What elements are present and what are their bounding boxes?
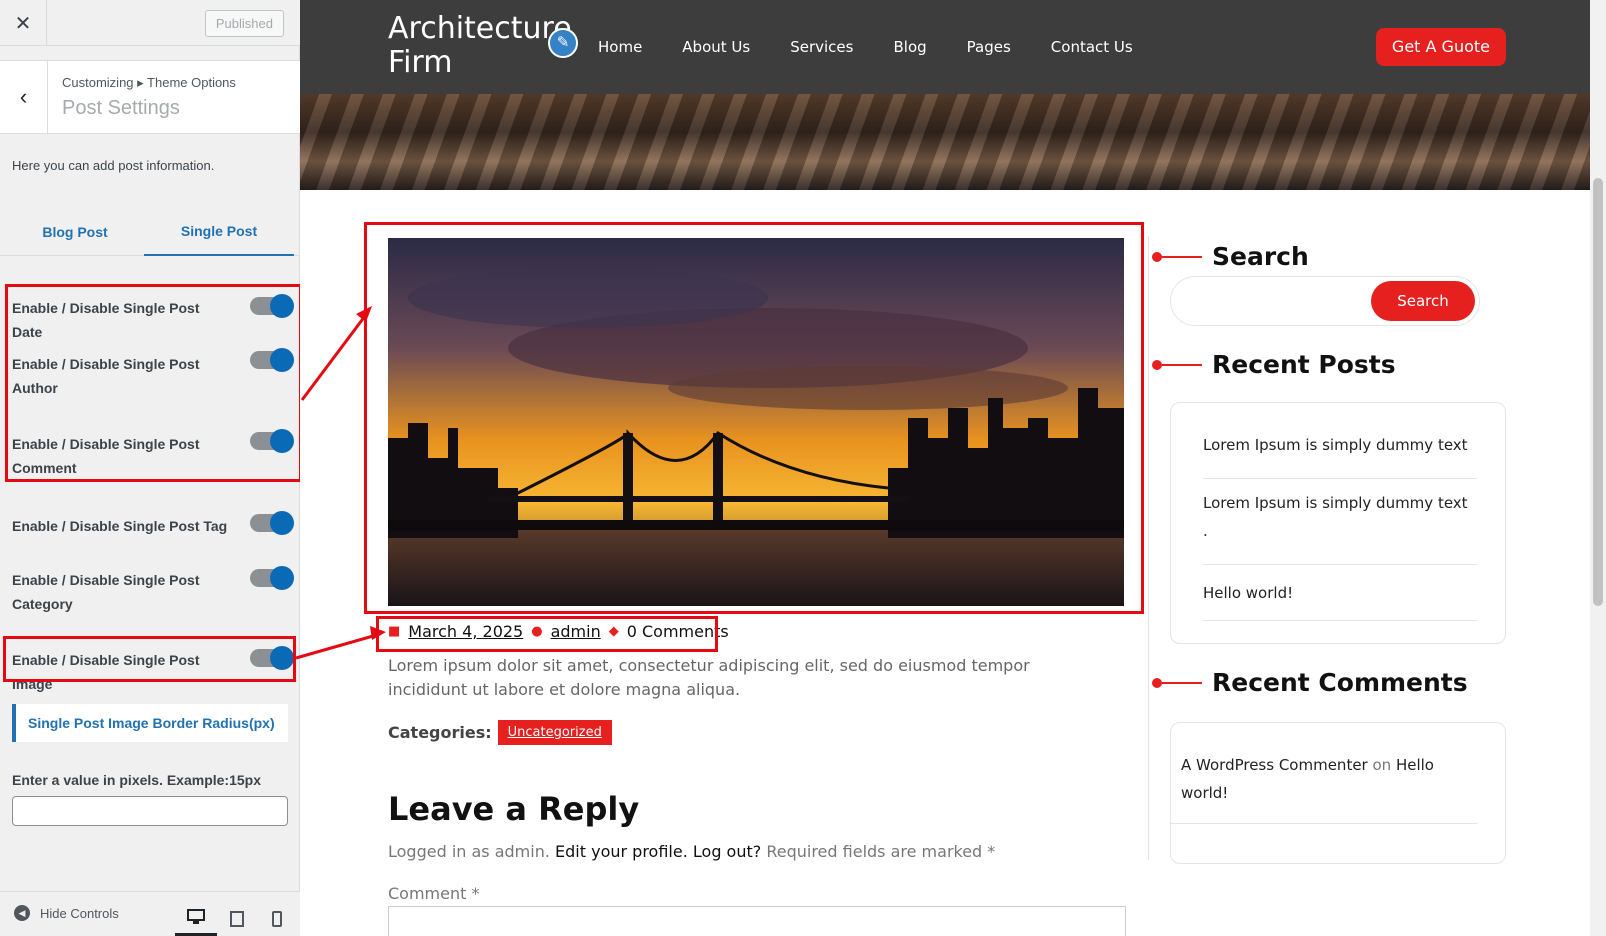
- recent-comments-card: A WordPress Commenter on Hello world!: [1170, 722, 1506, 864]
- recent-comment-item: A WordPress Commenter on Hello world!: [1181, 751, 1471, 807]
- post-excerpt: Lorem ipsum dolor sit amet, consectetur …: [388, 656, 1030, 699]
- nav-contact-us[interactable]: Contact Us: [1051, 38, 1133, 56]
- recent-comments-title-text: Recent Comments: [1212, 668, 1468, 697]
- highlight-box-featured-image: [364, 222, 1144, 614]
- nav-blog[interactable]: Blog: [893, 38, 926, 56]
- search-title-text: Search: [1212, 242, 1309, 271]
- comment-divider: [1171, 823, 1477, 824]
- hide-controls-label: Hide Controls: [40, 905, 119, 921]
- breadcrumb: Customizing ▸ Theme Options: [62, 75, 236, 90]
- preview-scrollbar[interactable]: [1590, 0, 1606, 936]
- required-fields-note: Required fields are marked *: [766, 842, 996, 861]
- recent-post-item[interactable]: Hello world!: [1203, 567, 1477, 621]
- reply-title: Leave a Reply: [388, 790, 640, 828]
- section-description: Here you can add post information.: [12, 158, 215, 173]
- get-quote-button[interactable]: Get A Guote: [1375, 28, 1506, 66]
- banner-texture: [300, 94, 1590, 190]
- customizer-topbar: ✕ Published: [0, 0, 300, 46]
- toggle-post-category[interactable]: [250, 566, 294, 590]
- toggle-knob: [270, 511, 294, 535]
- recent-post-item[interactable]: Lorem Ipsum is simply dummy text: [1203, 427, 1477, 479]
- hide-controls-button[interactable]: ◀ Hide Controls: [14, 905, 119, 921]
- comment-textarea[interactable]: [388, 906, 1126, 936]
- collapse-icon: ◀: [14, 905, 30, 921]
- logout-link[interactable]: Log out?: [693, 842, 761, 861]
- section-title: Post Settings: [62, 97, 180, 119]
- sidebar-divider: [1148, 236, 1149, 860]
- nav-pages[interactable]: Pages: [967, 38, 1011, 56]
- nav-home[interactable]: Home: [598, 38, 642, 56]
- recent-posts-title-text: Recent Posts: [1212, 350, 1396, 379]
- comment-author-link[interactable]: A WordPress Commenter: [1181, 756, 1368, 774]
- edit-profile-link[interactable]: Edit your profile.: [555, 842, 688, 861]
- nav-services[interactable]: Services: [790, 38, 853, 56]
- title-dot: [1152, 359, 1162, 370]
- desktop-icon[interactable]: [175, 900, 217, 936]
- nav-about-us[interactable]: About Us: [682, 38, 750, 56]
- comment-on-text: on: [1372, 756, 1392, 774]
- sidebar-search-input[interactable]: Search: [1170, 276, 1480, 326]
- recent-post-item[interactable]: Lorem Ipsum is simply dummy text .: [1203, 481, 1477, 565]
- border-radius-input[interactable]: [12, 796, 288, 826]
- tab-blog-post[interactable]: Blog Post: [0, 208, 150, 256]
- customizer-panel: ✕ Published ‹ Customizing ▸ Theme Option…: [0, 0, 302, 936]
- section-header: ‹ Customizing ▸ Theme Options Post Setti…: [0, 60, 300, 134]
- option-label-category: Enable / Disable Single Post Category: [12, 572, 200, 612]
- scroll-thumb[interactable]: [1593, 178, 1603, 606]
- title-line: [1162, 681, 1202, 684]
- category-badge[interactable]: Uncategorized: [497, 720, 612, 745]
- highlight-box-options: [5, 284, 302, 482]
- title-dot: [1152, 251, 1162, 262]
- post-tabs: Blog Post Single Post: [0, 208, 300, 256]
- tab-single-post[interactable]: Single Post: [144, 208, 294, 256]
- main-nav: Home About Us Services Blog Pages Contac…: [598, 38, 1133, 56]
- recent-posts-card: Lorem Ipsum is simply dummy text Lorem I…: [1170, 402, 1506, 644]
- title-line: [1162, 363, 1202, 366]
- title-line: [1162, 255, 1202, 258]
- post-categories: Categories: Uncategorized: [388, 720, 612, 745]
- categories-label: Categories:: [388, 723, 492, 742]
- page-banner-image: [300, 94, 1590, 190]
- comment-label: Comment *: [388, 884, 480, 903]
- option-label-tag: Enable / Disable Single Post Tag: [12, 518, 228, 534]
- highlight-box-image-option: [3, 636, 296, 682]
- mobile-icon[interactable]: [256, 900, 298, 936]
- sidebar-search-button[interactable]: Search: [1371, 281, 1475, 321]
- published-button[interactable]: Published: [204, 10, 284, 37]
- logged-in-text: Logged in as admin.: [388, 842, 550, 861]
- edit-pencil-icon[interactable]: ✎: [548, 28, 578, 58]
- highlight-box-meta: [376, 616, 718, 652]
- pixel-hint-label: Enter a value in pixels. Example:15px: [12, 772, 261, 788]
- widget-search-title: Search: [1152, 242, 1309, 271]
- site-logo-text: Architecture Firm: [388, 11, 572, 80]
- widget-recent-comments-title: Recent Comments: [1152, 668, 1468, 697]
- border-radius-heading: Single Post Image Border Radius(px): [12, 704, 288, 742]
- logged-in-notice: Logged in as admin. Edit your profile. L…: [388, 842, 995, 861]
- site-header: Architecture Firm ✎ Home About Us Servic…: [300, 0, 1590, 94]
- back-arrow-icon[interactable]: ‹: [0, 61, 48, 133]
- close-icon[interactable]: ✕: [0, 0, 47, 46]
- tablet-icon[interactable]: [216, 900, 258, 936]
- toggle-post-tag[interactable]: [250, 511, 294, 535]
- site-logo[interactable]: Architecture Firm: [388, 11, 572, 80]
- title-dot: [1152, 677, 1162, 688]
- widget-recent-posts-title: Recent Posts: [1152, 350, 1396, 379]
- customizer-footer: ◀ Hide Controls: [0, 891, 300, 936]
- site-preview: Architecture Firm ✎ Home About Us Servic…: [300, 0, 1606, 936]
- toggle-knob: [270, 566, 294, 590]
